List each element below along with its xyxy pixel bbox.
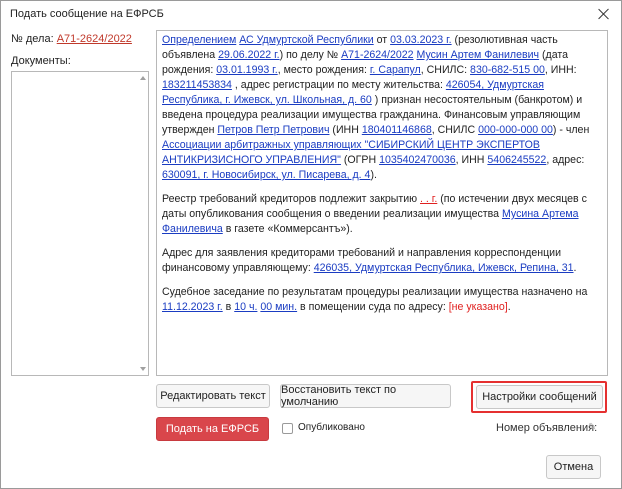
text-span: . [507,301,511,313]
message-paragraph-1: Определением АС Удмуртской Республики от… [162,33,597,183]
text-link[interactable]: 180401146868 [362,124,432,136]
text-span: (ИНН [329,124,362,136]
text-span: , ИНН: [544,64,577,76]
ad-number-label: Номер объявления: [496,422,598,434]
left-panel: № дела: А71-2624/2022 Документы: [11,31,149,376]
submit-efrsb-dialog: Подать сообщение на ЕФРСБ № дела: А71-26… [0,0,622,489]
text-link[interactable]: 630091, г. Новосибирск, ул. Писарева, д.… [162,169,370,181]
text-link[interactable]: 11.12.2023 г. [162,301,223,313]
text-span: ) по делу № [279,49,342,61]
message-paragraph-2: Реестр требований кредиторов подлежит за… [162,192,597,237]
scroll-down-arrow-icon[interactable] [140,367,146,371]
text-span: в [222,301,235,313]
text-span: от [373,34,391,46]
text-link[interactable]: Мусин Артем Фанилевич [417,49,540,61]
text-span: ). [370,169,377,181]
text-span: ) - член [552,124,590,136]
restore-default-text-button[interactable]: Восстановить текст по умолчанию [280,384,451,408]
message-text-area[interactable]: Определением АС Удмуртской Республики от… [156,30,608,376]
submit-efrsb-button[interactable]: Подать на ЕФРСБ [156,417,269,441]
text-link[interactable]: 03.01.1993 г. [216,64,277,76]
text-span: Реестр требований кредиторов подлежит за… [162,193,421,205]
text-link-red[interactable]: [не указано] [449,301,508,313]
message-settings-button[interactable]: Настройки сообщений [476,385,603,409]
documents-list[interactable] [11,71,149,376]
published-label: Опубликовано [298,422,365,433]
dialog-titlebar: Подать сообщение на ЕФРСБ [1,1,621,27]
text-span: (ОГРН [340,154,380,166]
text-span: в газете «Коммерсантъ»). [222,223,353,235]
text-link[interactable]: 03.03.2023 г. [390,34,451,46]
published-checkbox[interactable] [282,423,293,434]
case-number-row: № дела: А71-2624/2022 [11,31,149,47]
text-link[interactable]: 426035, Удмуртская Республика, Ижевск, Р… [314,262,574,274]
text-link[interactable]: 10 ч. [234,301,257,313]
text-span: , СНИЛС: [420,64,471,76]
dialog-title: Подать сообщение на ЕФРСБ [10,8,164,20]
edit-icon[interactable]: ✎ [588,422,596,433]
text-span: . [573,262,577,274]
case-number-link[interactable]: А71-2624/2022 [57,33,132,45]
text-span: , СНИЛС [431,124,479,136]
scroll-up-arrow-icon[interactable] [140,76,146,80]
text-link[interactable]: 830-682-515 00 [470,64,545,76]
text-span: в помещении суда по адресу: [297,301,449,313]
text-link[interactable]: 183211453834 [162,79,232,91]
text-span: , адрес регистрации по месту жительства: [231,79,446,91]
text-link[interactable]: 29.06.2022 г. [218,49,279,61]
text-link[interactable]: 00 мин. [260,301,297,313]
message-paragraph-4: Судебное заседание по результатам процед… [162,285,597,315]
text-link[interactable]: Определением [162,34,236,46]
cancel-button[interactable]: Отмена [546,455,601,479]
text-link[interactable]: 1035402470036 [379,154,456,166]
close-icon[interactable] [597,7,611,21]
text-span: , место рождения: [277,64,370,76]
text-link[interactable]: АС Удмуртской Республики [239,34,373,46]
text-link[interactable]: А71-2624/2022 [341,49,413,61]
text-link[interactable]: Петров Петр Петрович [217,124,329,136]
documents-label: Документы: [11,55,71,67]
text-span: , ИНН [455,154,488,166]
text-link[interactable]: г. Сарапул [370,64,421,76]
text-link-red[interactable]: . . г. [420,193,437,205]
edit-text-button[interactable]: Редактировать текст [156,384,270,408]
text-span: , адрес: [546,154,585,166]
text-link[interactable]: 5406245522 [487,154,546,166]
case-number-label: № дела: [11,33,54,45]
message-paragraph-3: Адрес для заявления кредиторами требован… [162,246,597,276]
text-link[interactable]: 000-000-000 00 [478,124,553,136]
text-span: Судебное заседание по результатам процед… [162,286,588,298]
